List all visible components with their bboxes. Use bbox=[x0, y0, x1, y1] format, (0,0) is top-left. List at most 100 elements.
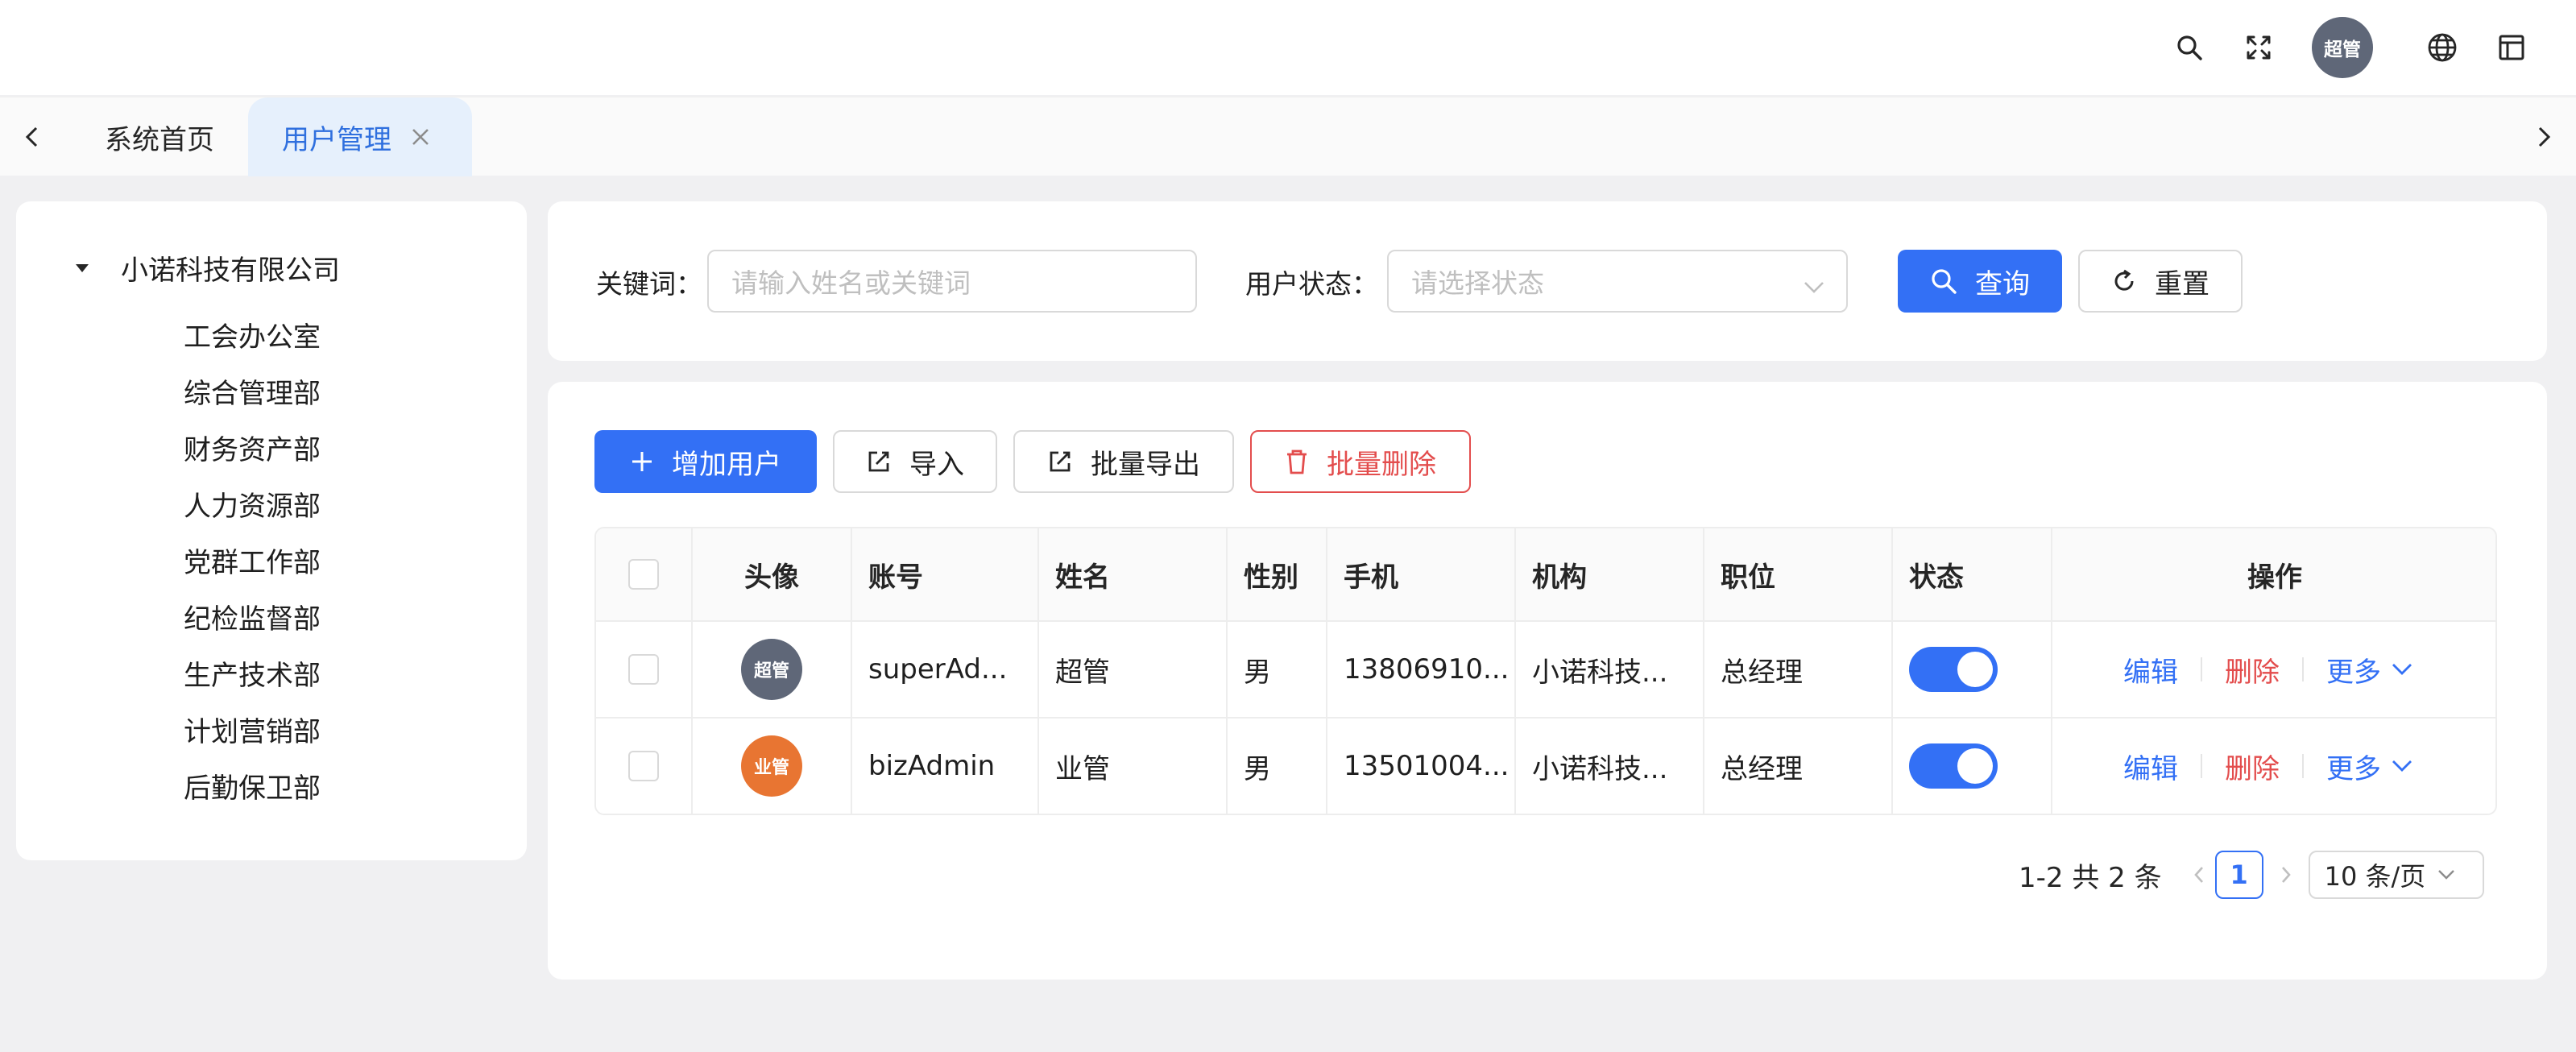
keyword-placeholder: 请输入姓名或关键词 bbox=[731, 267, 971, 299]
tab-home-label: 系统首页 bbox=[105, 123, 214, 156]
keyword-label: 关键词： bbox=[596, 268, 702, 300]
tab-user-management[interactable]: 用户管理 bbox=[248, 97, 472, 176]
col-header-status: 状态 bbox=[1909, 561, 1964, 594]
export-icon bbox=[1047, 449, 1073, 474]
col-header-org: 机构 bbox=[1532, 561, 1587, 594]
add-user-label: 增加用户 bbox=[672, 448, 781, 481]
prev-page-icon[interactable] bbox=[2191, 864, 2207, 886]
chevron-down-icon bbox=[1803, 271, 1825, 302]
tree-node[interactable]: 后勤保卫部 bbox=[184, 757, 321, 814]
select-all-checkbox[interactable] bbox=[628, 559, 659, 590]
row-select-cell bbox=[596, 719, 691, 814]
batch-export-label: 批量导出 bbox=[1091, 448, 1200, 481]
org-tree-panel: 小诺科技有限公司 工会办公室 综合管理部 财务资产部 人力资源部 党群工作部 纪… bbox=[16, 201, 527, 860]
org-cell: 小诺科技... bbox=[1532, 752, 1668, 785]
avatar-cell: 超管 bbox=[693, 622, 851, 717]
search-form: 关键词： 请输入姓名或关键词 用户状态： 请选择状态 查询 重置 bbox=[548, 201, 2547, 361]
query-button[interactable]: 查询 bbox=[1898, 250, 2062, 313]
reset-button-label: 重置 bbox=[2155, 267, 2209, 300]
layout-icon[interactable] bbox=[2487, 23, 2536, 72]
batch-delete-label: 批量删除 bbox=[1327, 448, 1436, 481]
status-cell bbox=[1893, 622, 2051, 717]
chevron-down-icon bbox=[2438, 870, 2455, 880]
tab-scroll-right-icon[interactable] bbox=[2512, 97, 2576, 176]
tree-node[interactable]: 工会办公室 bbox=[184, 306, 321, 362]
edit-link[interactable]: 编辑 bbox=[2123, 650, 2178, 690]
chevron-down-icon bbox=[2392, 760, 2412, 772]
gender-cell: 男 bbox=[1244, 656, 1271, 689]
tree-node-root[interactable]: 小诺科技有限公司 bbox=[76, 248, 340, 288]
table-row: 超管 superAd... 超管 男 13806910... 小诺科技... 总… bbox=[596, 622, 2495, 719]
org-cell: 小诺科技... bbox=[1532, 656, 1668, 689]
user-avatar[interactable]: 超管 bbox=[2312, 17, 2373, 78]
tree-node[interactable]: 财务资产部 bbox=[184, 419, 321, 475]
more-label: 更多 bbox=[2326, 752, 2381, 785]
globe-icon[interactable] bbox=[2418, 23, 2466, 72]
batch-delete-button[interactable]: 批量删除 bbox=[1250, 430, 1471, 493]
col-header-position: 职位 bbox=[1721, 561, 1775, 594]
plus-icon bbox=[630, 449, 654, 474]
pagination: 1-2 共 2 条 1 10 条/页 bbox=[2019, 851, 2484, 899]
table-header: 头像 账号 姓名 性别 手机 机构 职位 状态 操作 bbox=[596, 528, 2495, 622]
page-number-current[interactable]: 1 bbox=[2214, 851, 2263, 899]
pagination-total: 1-2 共 2 条 bbox=[2019, 861, 2162, 894]
tree-root-label: 小诺科技有限公司 bbox=[121, 255, 340, 287]
reset-button[interactable]: 重置 bbox=[2078, 250, 2243, 313]
tab-user-management-label: 用户管理 bbox=[282, 123, 391, 156]
status-label: 用户状态： bbox=[1245, 268, 1378, 300]
actions-cell: 编辑 删除 更多 bbox=[2052, 719, 2495, 814]
next-page-icon[interactable] bbox=[2278, 864, 2294, 886]
status-toggle[interactable] bbox=[1909, 743, 1998, 789]
user-table-card: 增加用户 导入 批量导出 批量删除 头像 账号 姓名 性别 手机 机构 职位 状… bbox=[548, 382, 2547, 980]
delete-link[interactable]: 删除 bbox=[2225, 747, 2280, 786]
avatar: 业管 bbox=[741, 735, 802, 797]
search-icon[interactable] bbox=[2165, 23, 2214, 72]
table-row: 业管 bizAdmin 业管 男 13501004... 小诺科技... 总经理… bbox=[596, 719, 2495, 814]
keyword-input[interactable]: 请输入姓名或关键词 bbox=[707, 250, 1197, 313]
chevron-down-icon bbox=[2392, 664, 2412, 675]
row-checkbox[interactable] bbox=[628, 654, 659, 685]
name-cell: 超管 bbox=[1055, 656, 1110, 689]
tree-node[interactable]: 党群工作部 bbox=[184, 532, 321, 588]
status-select[interactable]: 请选择状态 bbox=[1387, 250, 1848, 313]
user-table: 头像 账号 姓名 性别 手机 机构 职位 状态 操作 超管 superAd...… bbox=[594, 527, 2497, 815]
tab-home[interactable]: 系统首页 bbox=[105, 97, 214, 176]
col-header-avatar: 头像 bbox=[744, 561, 799, 594]
trash-icon bbox=[1285, 448, 1309, 475]
tree-node[interactable]: 人力资源部 bbox=[184, 475, 321, 532]
import-button[interactable]: 导入 bbox=[833, 430, 997, 493]
edit-link[interactable]: 编辑 bbox=[2123, 747, 2178, 786]
status-cell bbox=[1893, 719, 2051, 814]
tree-node[interactable]: 计划营销部 bbox=[184, 701, 321, 757]
status-placeholder: 请选择状态 bbox=[1411, 267, 1544, 299]
batch-export-button[interactable]: 批量导出 bbox=[1013, 430, 1234, 493]
import-icon bbox=[866, 449, 892, 474]
position-cell: 总经理 bbox=[1721, 656, 1803, 689]
select-all-cell bbox=[596, 528, 691, 620]
close-icon[interactable] bbox=[411, 127, 430, 147]
phone-cell: 13501004... bbox=[1344, 750, 1510, 782]
import-label: 导入 bbox=[909, 448, 964, 481]
row-checkbox[interactable] bbox=[628, 751, 659, 781]
col-header-gender: 性别 bbox=[1244, 561, 1298, 594]
tab-bar: 系统首页 用户管理 bbox=[0, 97, 2576, 176]
delete-link[interactable]: 删除 bbox=[2225, 650, 2280, 690]
fullscreen-icon[interactable] bbox=[2234, 23, 2283, 72]
col-header-phone: 手机 bbox=[1344, 561, 1398, 594]
caret-down-icon[interactable] bbox=[66, 252, 98, 284]
search-icon bbox=[1930, 267, 1957, 295]
status-toggle[interactable] bbox=[1909, 647, 1998, 692]
query-button-label: 查询 bbox=[1975, 267, 2030, 300]
col-header-actions: 操作 bbox=[2247, 561, 2302, 594]
add-user-button[interactable]: 增加用户 bbox=[594, 430, 817, 493]
page-size-select[interactable]: 10 条/页 bbox=[2308, 851, 2484, 899]
more-dropdown[interactable]: 更多 bbox=[2326, 747, 2413, 786]
tree-node[interactable]: 生产技术部 bbox=[184, 644, 321, 701]
more-dropdown[interactable]: 更多 bbox=[2326, 650, 2413, 690]
tree-node[interactable]: 纪检监督部 bbox=[184, 588, 321, 644]
avatar: 超管 bbox=[741, 639, 802, 700]
reload-icon bbox=[2111, 268, 2137, 294]
tab-scroll-left-icon[interactable] bbox=[0, 97, 64, 176]
tree-node[interactable]: 综合管理部 bbox=[184, 362, 321, 419]
account-cell: bizAdmin bbox=[868, 750, 996, 782]
